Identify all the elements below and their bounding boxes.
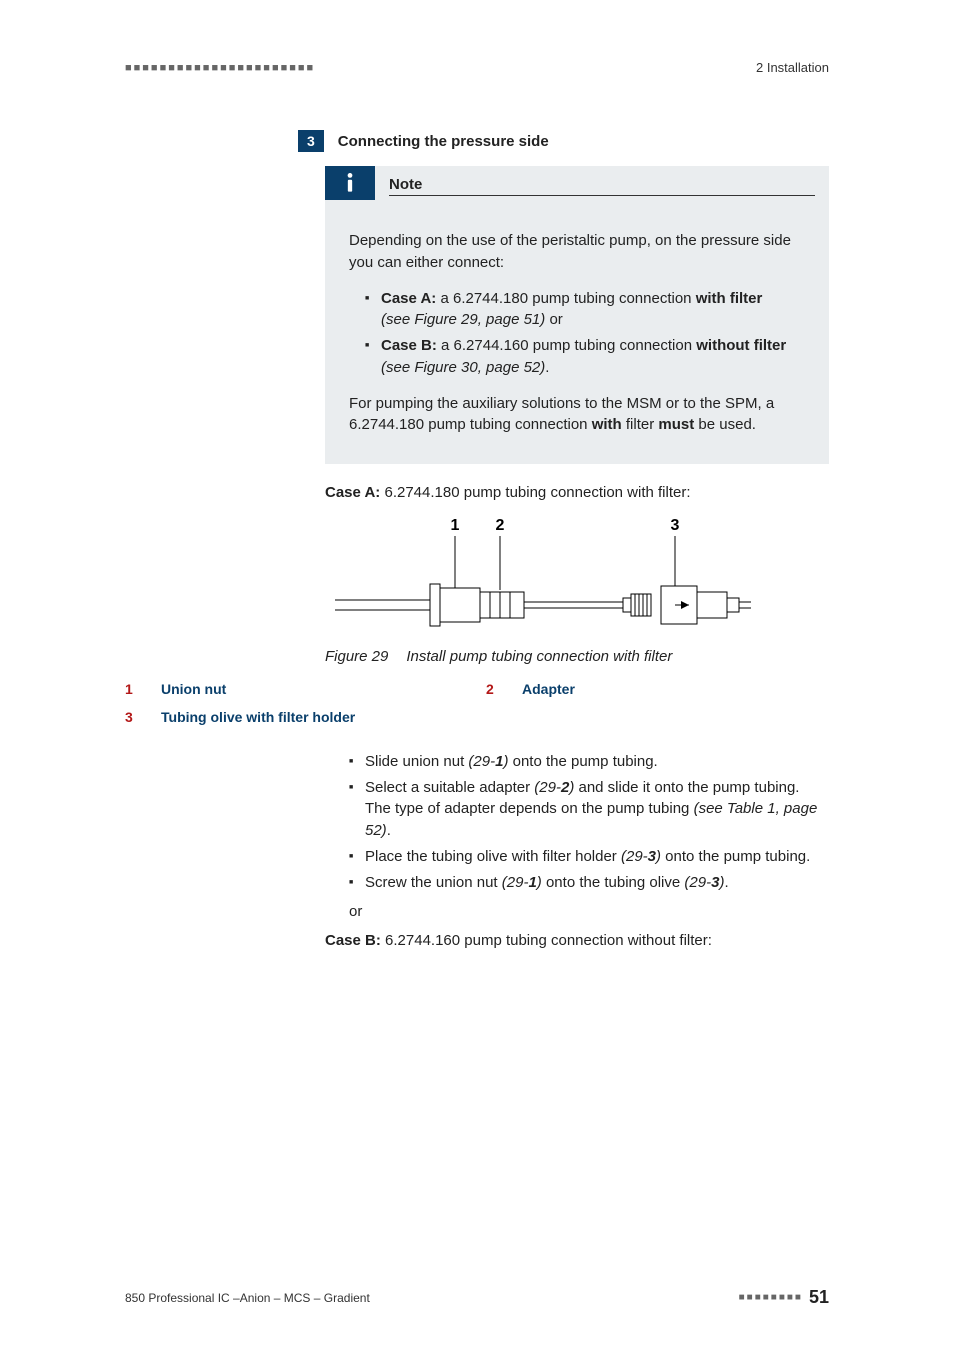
s4d: .: [724, 874, 728, 891]
case-a-heading: Case A: 6.2744.180 pump tubing connectio…: [325, 482, 829, 504]
s4ref1: (29-: [502, 874, 529, 891]
note-title: Note: [389, 176, 815, 196]
case-a-post: or: [545, 311, 563, 328]
case-b-post: .: [545, 359, 549, 376]
step-1: Slide union nut (29-1) onto the pump tub…: [349, 751, 829, 773]
case-b-line-label: Case B:: [325, 932, 381, 949]
figure-29: 1 2 3: [325, 512, 829, 642]
s2a: Select a suitable adapter: [365, 779, 534, 796]
note-closing: For pumping the auxiliary solutions to t…: [349, 393, 805, 437]
case-a-ref: (see Figure 29, page 51): [381, 311, 545, 328]
step-3: Place the tubing olive with filter holde…: [349, 846, 829, 868]
note-header: Note: [325, 166, 829, 200]
case-a-mid: a 6.2744.180 pump tubing connection: [436, 290, 695, 307]
footer-dashes: ■■■■■■■■: [739, 1292, 803, 1303]
header-dashes: ■■■■■■■■■■■■■■■■■■■■■■: [125, 62, 315, 74]
header: ■■■■■■■■■■■■■■■■■■■■■■ 2 Installation: [125, 60, 829, 75]
footer: 850 Professional IC –Anion – MCS – Gradi…: [125, 1287, 829, 1308]
figure-svg: 1 2 3: [325, 512, 825, 642]
case-b-ref: (see Figure 30, page 52): [381, 359, 545, 376]
legend-num-1: 1: [125, 681, 143, 697]
legend-text-1: Union nut: [161, 681, 468, 697]
note-box: Note Depending on the use of the perista…: [325, 166, 829, 464]
case-b-line-text: 6.2744.160 pump tubing connection withou…: [381, 932, 712, 949]
note-case-a: Case A: a 6.2744.180 pump tubing connect…: [365, 288, 805, 332]
step-heading: 3 Connecting the pressure side: [298, 130, 829, 152]
s2ref: (29-: [534, 779, 561, 796]
s4ref2: (29-: [684, 874, 711, 891]
step-title: Connecting the pressure side: [338, 133, 549, 150]
note-title-wrap: Note: [375, 166, 829, 200]
step-number-badge: 3: [298, 130, 324, 152]
step-2: Select a suitable adapter (29-2) and sli…: [349, 777, 829, 842]
case-a-label: Case A:: [381, 290, 436, 307]
fig-marker-1: 1: [451, 517, 460, 534]
figure-label: Figure 29: [325, 648, 388, 665]
page-number: 51: [809, 1287, 829, 1308]
info-icon: [325, 166, 375, 200]
note-case-b: Case B: a 6.2744.160 pump tubing connect…: [365, 335, 805, 379]
s1ref: (29-: [468, 753, 495, 770]
s3ref: (29-: [621, 848, 648, 865]
case-a-line-text: 6.2744.180 pump tubing connection with f…: [380, 484, 690, 501]
s2d: .: [387, 822, 391, 839]
page: ■■■■■■■■■■■■■■■■■■■■■■ 2 Installation 3 …: [0, 0, 954, 1350]
chapter-label: 2 Installation: [756, 60, 829, 75]
figure-legend: 1 Union nut 2 Adapter 3 Tubing olive wit…: [125, 681, 829, 725]
figure-caption-text: Install pump tubing connection with filt…: [406, 648, 672, 665]
case-b-mid: a 6.2744.160 pump tubing connection: [437, 337, 696, 354]
case-a-bold: with filter: [696, 290, 763, 307]
figure-caption: Figure 29 Install pump tubing connection …: [325, 648, 829, 665]
instruction-steps: Slide union nut (29-1) onto the pump tub…: [349, 751, 829, 894]
case-b-label: Case B:: [381, 337, 437, 354]
closing-c: be used.: [694, 416, 756, 433]
closing-with: with: [592, 416, 622, 433]
note-intro: Depending on the use of the peristaltic …: [349, 230, 805, 274]
s3a: Place the tubing olive with filter holde…: [365, 848, 621, 865]
s3num: 3: [648, 848, 656, 865]
case-b-bold: without filter: [696, 337, 786, 354]
note-cases-list: Case A: a 6.2744.180 pump tubing connect…: [349, 288, 805, 379]
s1a: Slide union nut: [365, 753, 468, 770]
step-4: Screw the union nut (29-1) onto the tubi…: [349, 872, 829, 894]
s4a: Screw the union nut: [365, 874, 502, 891]
note-body: Depending on the use of the peristaltic …: [325, 200, 829, 436]
s4c: onto the tubing olive: [542, 874, 685, 891]
legend-text-2: Adapter: [522, 681, 829, 697]
legend-num-2: 2: [486, 681, 504, 697]
legend-text-3: Tubing olive with filter holder: [161, 709, 468, 725]
s4num1: 1: [528, 874, 536, 891]
footer-right: ■■■■■■■■ 51: [739, 1287, 829, 1308]
fig-marker-2: 2: [496, 517, 505, 534]
closing-b: filter: [622, 416, 659, 433]
closing-must: must: [658, 416, 694, 433]
s1c: onto the pump tubing.: [508, 753, 657, 770]
s3c: onto the pump tubing.: [661, 848, 810, 865]
fig-marker-3: 3: [671, 517, 680, 534]
legend-num-3: 3: [125, 709, 143, 725]
case-a-line-label: Case A:: [325, 484, 380, 501]
case-b-heading: Case B: 6.2744.160 pump tubing connectio…: [325, 932, 829, 949]
or-separator: or: [349, 903, 829, 920]
footer-product: 850 Professional IC –Anion – MCS – Gradi…: [125, 1291, 370, 1305]
